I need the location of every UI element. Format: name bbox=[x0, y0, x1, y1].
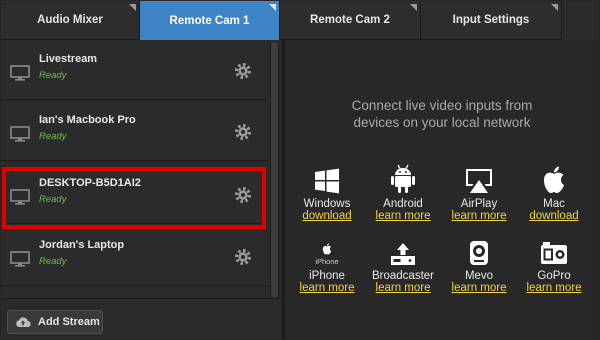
connect-message-line2: devices on your local network bbox=[353, 115, 531, 130]
tab-input-settings[interactable]: Input Settings bbox=[421, 1, 562, 40]
tab-label: Remote Cam 1 bbox=[169, 14, 250, 27]
connect-message: Connect live video inputs from devices o… bbox=[285, 97, 599, 131]
add-stream-button[interactable]: Add Stream bbox=[7, 310, 103, 334]
platform-airplay: AirPlay learn more bbox=[444, 160, 514, 222]
monitor-icon bbox=[10, 65, 30, 81]
android-icon bbox=[391, 164, 415, 193]
platform-mac: Mac download bbox=[519, 160, 589, 222]
mevo-learn-more-link[interactable]: learn more bbox=[444, 282, 514, 294]
mevo-icon bbox=[470, 241, 488, 265]
mac-download-link[interactable]: download bbox=[519, 210, 589, 222]
platform-name: Mevo bbox=[464, 270, 494, 282]
gear-icon[interactable] bbox=[235, 124, 251, 140]
platform-name: Android bbox=[383, 198, 423, 210]
source-status: Ready bbox=[39, 256, 67, 267]
gear-icon[interactable] bbox=[235, 187, 251, 203]
broadcaster-icon bbox=[391, 243, 415, 265]
platform-name: Windows bbox=[303, 198, 351, 210]
gear-icon[interactable] bbox=[235, 63, 251, 79]
android-learn-more-link[interactable]: learn more bbox=[368, 210, 438, 222]
source-name: DESKTOP-B5D1AI2 bbox=[39, 177, 141, 189]
app-window: Audio Mixer Remote Cam 1 Remote Cam 2 In… bbox=[0, 0, 600, 340]
gear-icon[interactable] bbox=[235, 249, 251, 265]
source-list-scrollbar[interactable] bbox=[270, 42, 279, 298]
source-name: Ian's Macbook Pro bbox=[39, 114, 136, 126]
tab-corner-marker bbox=[410, 4, 417, 11]
monitor-icon bbox=[10, 251, 30, 267]
tab-corner-marker bbox=[551, 4, 558, 11]
tab-label: Input Settings bbox=[452, 14, 530, 26]
source-status: Ready bbox=[39, 70, 67, 81]
platform-gopro: GoPro learn more bbox=[519, 232, 589, 294]
source-status: Ready bbox=[39, 131, 67, 142]
source-panel: Livestream Ready Ian's Macbook Pro Ready bbox=[1, 40, 282, 339]
tab-corner-marker bbox=[269, 4, 276, 11]
airplay-icon bbox=[466, 169, 492, 193]
apple-icon bbox=[544, 166, 564, 193]
windows-icon bbox=[315, 168, 339, 194]
platform-android: Android learn more bbox=[368, 160, 438, 222]
source-panel-footer: Add Stream bbox=[1, 298, 282, 339]
add-stream-label: Add Stream bbox=[38, 316, 100, 328]
cloud-upload-icon bbox=[16, 317, 31, 328]
platform-windows: Windows download bbox=[292, 160, 362, 222]
tab-corner-marker bbox=[129, 4, 136, 11]
platform-name: Mac bbox=[543, 198, 565, 210]
source-item-ians-macbook-pro[interactable]: Ian's Macbook Pro Ready bbox=[1, 103, 267, 161]
apple-icon bbox=[322, 243, 332, 255]
monitor-icon bbox=[10, 189, 30, 205]
airplay-learn-more-link[interactable]: learn more bbox=[444, 210, 514, 222]
platform-iphone: iPhone iPhone learn more bbox=[292, 232, 362, 294]
gopro-learn-more-link[interactable]: learn more bbox=[519, 282, 589, 294]
source-list: Livestream Ready Ian's Macbook Pro Ready bbox=[1, 42, 267, 300]
connect-panel: Connect live video inputs from devices o… bbox=[285, 40, 599, 339]
platform-name: GoPro bbox=[537, 270, 571, 282]
tab-label: Remote Cam 2 bbox=[310, 14, 390, 26]
tab-remote-cam-2[interactable]: Remote Cam 2 bbox=[280, 1, 421, 40]
platform-name: AirPlay bbox=[460, 198, 498, 210]
source-status: Ready bbox=[39, 194, 67, 205]
broadcaster-learn-more-link[interactable]: learn more bbox=[368, 282, 438, 294]
source-name: Jordan's Laptop bbox=[39, 239, 125, 251]
platform-mevo: Mevo learn more bbox=[444, 232, 514, 294]
gopro-icon bbox=[541, 242, 567, 264]
tab-audio-mixer[interactable]: Audio Mixer bbox=[1, 1, 140, 40]
tab-bar: Audio Mixer Remote Cam 1 Remote Cam 2 In… bbox=[1, 1, 599, 40]
tab-label: Audio Mixer bbox=[37, 14, 103, 26]
monitor-icon bbox=[10, 126, 30, 142]
source-item-livestream[interactable]: Livestream Ready bbox=[1, 42, 267, 100]
iphone-icon-text: iPhone bbox=[315, 257, 339, 266]
iphone-learn-more-link[interactable]: learn more bbox=[292, 282, 362, 294]
scrollbar-thumb[interactable] bbox=[271, 42, 278, 298]
windows-download-link[interactable]: download bbox=[292, 210, 362, 222]
platform-broadcaster: Broadcaster learn more bbox=[368, 232, 438, 294]
source-item-jordans-laptop[interactable]: Jordan's Laptop Ready bbox=[1, 228, 267, 286]
platform-name: iPhone bbox=[309, 270, 345, 282]
source-item-desktop[interactable]: DESKTOP-B5D1AI2 Ready bbox=[1, 166, 267, 224]
platform-name: Broadcaster bbox=[371, 270, 434, 282]
tab-remote-cam-1[interactable]: Remote Cam 1 bbox=[140, 1, 280, 40]
connect-message-line1: Connect live video inputs from bbox=[351, 98, 533, 113]
source-name: Livestream bbox=[39, 53, 98, 65]
